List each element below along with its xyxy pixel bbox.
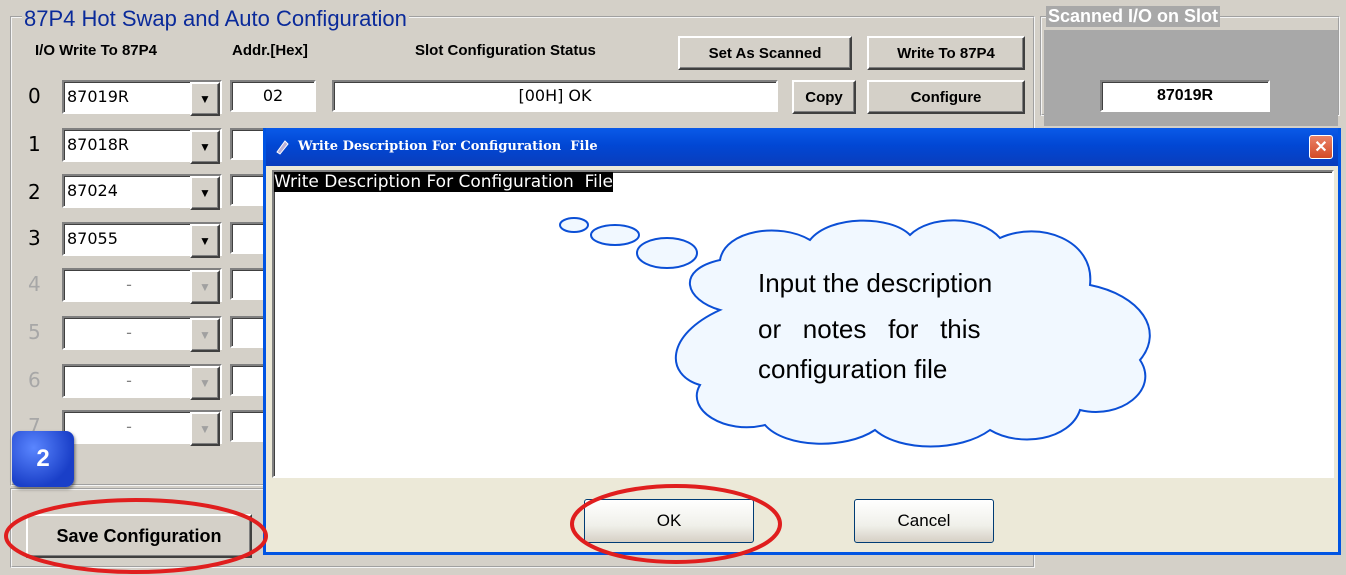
module-select[interactable]: - ▼	[62, 410, 222, 446]
set-as-scanned-button[interactable]: Set As Scanned	[678, 36, 852, 70]
step-badge: 2	[12, 431, 74, 487]
write-to-87p4-button[interactable]: Write To 87P4	[867, 36, 1025, 70]
status-header: Slot Configuration Status	[415, 42, 596, 59]
highlight-save-ellipse	[4, 498, 268, 574]
scanned-io-title: Scanned I/O on Slot	[1046, 6, 1221, 27]
slot-number: 4	[28, 272, 41, 296]
description-text: Write Description For Configuration File	[274, 172, 614, 192]
chevron-down-icon[interactable]: ▼	[190, 366, 220, 400]
cancel-button[interactable]: Cancel	[854, 499, 994, 543]
addr-value: 02	[262, 86, 284, 105]
dialog-title: Write Description For Configuration File	[298, 139, 598, 154]
chevron-down-icon[interactable]: ▼	[190, 412, 220, 446]
addr-field[interactable]: 02	[230, 80, 316, 112]
chevron-down-icon[interactable]: ▼	[190, 270, 220, 304]
scanned-io-value: 87019R	[1156, 87, 1214, 104]
configure-button[interactable]: Configure	[867, 80, 1025, 114]
close-icon[interactable]: ✕	[1309, 135, 1333, 159]
chevron-down-icon[interactable]: ▼	[190, 130, 220, 164]
copy-button[interactable]: Copy	[792, 80, 856, 114]
slot-number: 6	[28, 368, 41, 392]
hot-swap-group-title: 87P4 Hot Swap and Auto Configuration	[22, 6, 409, 32]
slot-number: 5	[28, 320, 41, 344]
scanned-io-field: 87019R	[1100, 80, 1270, 112]
slot-number: 0	[28, 84, 41, 108]
slot-number: 2	[28, 180, 41, 204]
addr-header: Addr.[Hex]	[232, 42, 308, 59]
module-select[interactable]: 87019R ▼	[62, 80, 222, 116]
callout-line-1: Input the description	[758, 268, 993, 298]
slot-number: 1	[28, 132, 41, 156]
module-select[interactable]: - ▼	[62, 364, 222, 400]
module-select[interactable]: 87018R ▼	[62, 128, 222, 164]
dialog-titlebar[interactable]: Write Description For Configuration File…	[266, 128, 1338, 166]
chevron-down-icon[interactable]: ▼	[190, 318, 220, 352]
module-select[interactable]: 87055 ▼	[62, 222, 222, 258]
module-select[interactable]: - ▼	[62, 268, 222, 304]
status-value: [00H] OK	[518, 86, 592, 105]
chevron-down-icon[interactable]: ▼	[190, 82, 220, 116]
chevron-down-icon[interactable]: ▼	[190, 224, 220, 258]
slot-number: 3	[28, 226, 41, 250]
app-icon	[274, 139, 290, 155]
module-select[interactable]: - ▼	[62, 316, 222, 352]
callout-line-3: configuration file	[758, 354, 948, 384]
status-field: [00H] OK	[332, 80, 778, 112]
chevron-down-icon[interactable]: ▼	[190, 176, 220, 210]
highlight-ok-ellipse	[570, 484, 782, 564]
io-write-header: I/O Write To 87P4	[35, 42, 157, 59]
module-select[interactable]: 87024 ▼	[62, 174, 222, 210]
